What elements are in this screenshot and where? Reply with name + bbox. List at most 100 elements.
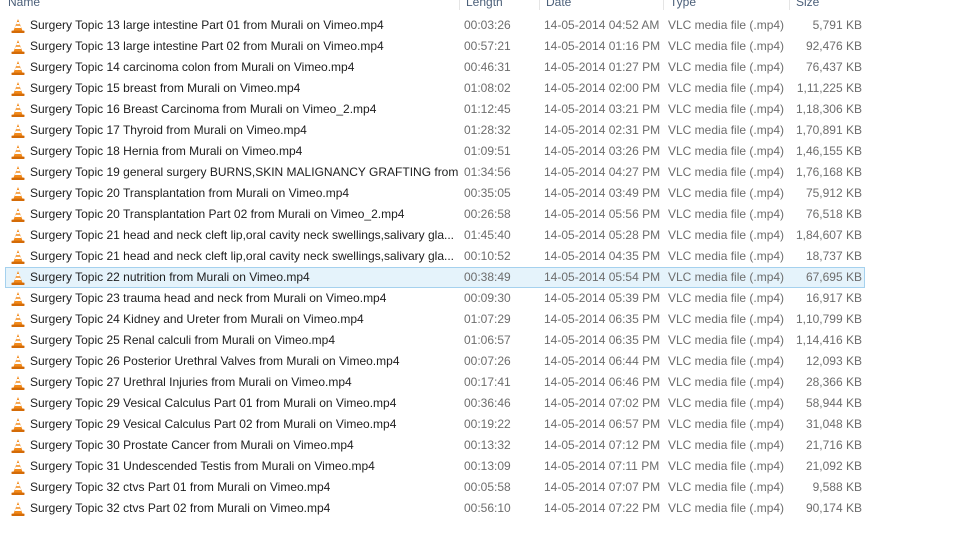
file-row[interactable]: Surgery Topic 14 carcinoma colon from Mu… bbox=[5, 57, 865, 78]
file-name: Surgery Topic 20 Transplantation Part 02… bbox=[30, 207, 405, 221]
file-length: 01:28:32 bbox=[464, 123, 511, 137]
file-row[interactable]: Surgery Topic 16 Breast Carcinoma from M… bbox=[5, 99, 865, 120]
file-date: 14-05-2014 06:46 PM bbox=[544, 375, 661, 389]
file-name: Surgery Topic 14 carcinoma colon from Mu… bbox=[30, 60, 355, 74]
file-size: 1,14,416 KB bbox=[795, 333, 862, 347]
file-date: 14-05-2014 06:57 PM bbox=[544, 417, 661, 431]
file-size: 21,716 KB bbox=[805, 438, 862, 452]
file-name: Surgery Topic 17 Thyroid from Murali on … bbox=[30, 123, 307, 137]
vlc-icon bbox=[11, 19, 25, 33]
file-row[interactable]: Surgery Topic 32 ctvs Part 02 from Mural… bbox=[5, 498, 865, 519]
column-header-name[interactable]: Name bbox=[2, 0, 460, 10]
file-name: Surgery Topic 32 ctvs Part 02 from Mural… bbox=[30, 501, 331, 515]
file-row[interactable]: Surgery Topic 24 Kidney and Ureter from … bbox=[5, 309, 865, 330]
file-date: 14-05-2014 03:21 PM bbox=[544, 102, 661, 116]
file-length: 00:35:05 bbox=[464, 186, 511, 200]
file-type: VLC media file (.mp4) bbox=[668, 18, 785, 32]
vlc-icon bbox=[11, 250, 25, 264]
file-name: Surgery Topic 23 trauma head and neck fr… bbox=[30, 291, 387, 305]
file-name: Surgery Topic 30 Prostate Cancer from Mu… bbox=[30, 438, 354, 452]
file-row[interactable]: Surgery Topic 17 Thyroid from Murali on … bbox=[5, 120, 865, 141]
vlc-icon bbox=[11, 502, 25, 516]
file-name: Surgery Topic 16 Breast Carcinoma from M… bbox=[30, 102, 377, 116]
file-date: 14-05-2014 04:52 AM bbox=[544, 18, 660, 32]
file-length: 01:45:40 bbox=[464, 228, 511, 242]
file-row[interactable]: Surgery Topic 29 Vesical Calculus Part 0… bbox=[5, 414, 865, 435]
file-type: VLC media file (.mp4) bbox=[668, 375, 785, 389]
file-type: VLC media file (.mp4) bbox=[668, 60, 785, 74]
file-size: 12,093 KB bbox=[805, 354, 862, 368]
file-size: 9,588 KB bbox=[812, 480, 862, 494]
file-type: VLC media file (.mp4) bbox=[668, 459, 785, 473]
file-row[interactable]: Surgery Topic 13 large intestine Part 01… bbox=[5, 15, 865, 36]
file-row[interactable]: Surgery Topic 19 general surgery BURNS,S… bbox=[5, 162, 865, 183]
file-type: VLC media file (.mp4) bbox=[668, 39, 785, 53]
file-row[interactable]: Surgery Topic 25 Renal calculi from Mura… bbox=[5, 330, 865, 351]
file-date: 14-05-2014 06:35 PM bbox=[544, 312, 661, 326]
file-name: Surgery Topic 13 large intestine Part 02… bbox=[30, 39, 384, 53]
file-date: 14-05-2014 05:39 PM bbox=[544, 291, 661, 305]
vlc-icon bbox=[11, 229, 25, 243]
file-length: 00:26:58 bbox=[464, 207, 511, 221]
file-length: 01:12:45 bbox=[464, 102, 511, 116]
file-date: 14-05-2014 07:02 PM bbox=[544, 396, 661, 410]
file-name: Surgery Topic 29 Vesical Calculus Part 0… bbox=[30, 417, 397, 431]
column-header-size[interactable]: Size bbox=[790, 0, 870, 10]
file-date: 14-05-2014 07:11 PM bbox=[544, 459, 660, 473]
file-size: 92,476 KB bbox=[805, 39, 862, 53]
column-header-type[interactable]: Type bbox=[664, 0, 790, 10]
file-length: 01:07:29 bbox=[464, 312, 511, 326]
vlc-icon bbox=[11, 376, 25, 390]
file-size: 16,917 KB bbox=[805, 291, 862, 305]
file-name: Surgery Topic 32 ctvs Part 01 from Mural… bbox=[30, 480, 331, 494]
file-length: 00:13:32 bbox=[464, 438, 511, 452]
vlc-icon bbox=[11, 271, 25, 285]
file-row[interactable]: Surgery Topic 29 Vesical Calculus Part 0… bbox=[5, 393, 865, 414]
file-row[interactable]: Surgery Topic 21 head and neck cleft lip… bbox=[5, 246, 865, 267]
file-row[interactable]: Surgery Topic 27 Urethral Injuries from … bbox=[5, 372, 865, 393]
file-row[interactable]: Surgery Topic 20 Transplantation Part 02… bbox=[5, 204, 865, 225]
vlc-icon bbox=[11, 61, 25, 75]
file-name: Surgery Topic 25 Renal calculi from Mura… bbox=[30, 333, 336, 347]
file-row[interactable]: Surgery Topic 31 Undescended Testis from… bbox=[5, 456, 865, 477]
vlc-icon bbox=[11, 40, 25, 54]
column-header-date[interactable]: Date bbox=[540, 0, 664, 10]
file-date: 14-05-2014 04:35 PM bbox=[544, 249, 661, 263]
vlc-icon bbox=[11, 313, 25, 327]
file-size: 1,10,799 KB bbox=[795, 312, 862, 326]
file-length: 00:19:22 bbox=[464, 417, 511, 431]
column-header-row: Name Length Date Type Size bbox=[0, 0, 880, 10]
file-length: 01:09:51 bbox=[464, 144, 511, 158]
file-row[interactable]: Surgery Topic 21 head and neck cleft lip… bbox=[5, 225, 865, 246]
file-type: VLC media file (.mp4) bbox=[668, 249, 785, 263]
file-row[interactable]: Surgery Topic 15 breast from Murali on V… bbox=[5, 78, 865, 99]
vlc-icon bbox=[11, 460, 25, 474]
file-length: 00:13:09 bbox=[464, 459, 511, 473]
file-row[interactable]: Surgery Topic 22 nutrition from Murali o… bbox=[5, 267, 865, 288]
file-type: VLC media file (.mp4) bbox=[668, 186, 785, 200]
file-name: Surgery Topic 21 head and neck cleft lip… bbox=[30, 249, 454, 263]
file-date: 14-05-2014 01:16 PM bbox=[544, 39, 661, 53]
file-row[interactable]: Surgery Topic 30 Prostate Cancer from Mu… bbox=[5, 435, 865, 456]
vlc-icon bbox=[11, 187, 25, 201]
file-type: VLC media file (.mp4) bbox=[668, 81, 785, 95]
file-size: 18,737 KB bbox=[805, 249, 862, 263]
file-name: Surgery Topic 22 nutrition from Murali o… bbox=[30, 270, 310, 284]
file-row[interactable]: Surgery Topic 23 trauma head and neck fr… bbox=[5, 288, 865, 309]
file-name: Surgery Topic 19 general surgery BURNS,S… bbox=[30, 165, 460, 179]
file-row[interactable]: Surgery Topic 18 Hernia from Murali on V… bbox=[5, 141, 865, 162]
file-row[interactable]: Surgery Topic 26 Posterior Urethral Valv… bbox=[5, 351, 865, 372]
file-row[interactable]: Surgery Topic 13 large intestine Part 02… bbox=[5, 36, 865, 57]
vlc-icon bbox=[11, 124, 25, 138]
file-length: 00:57:21 bbox=[464, 39, 511, 53]
file-type: VLC media file (.mp4) bbox=[668, 417, 785, 431]
file-type: VLC media file (.mp4) bbox=[668, 438, 785, 452]
file-row[interactable]: Surgery Topic 20 Transplantation from Mu… bbox=[5, 183, 865, 204]
file-row[interactable]: Surgery Topic 32 ctvs Part 01 from Mural… bbox=[5, 477, 865, 498]
file-name: Surgery Topic 20 Transplantation from Mu… bbox=[30, 186, 350, 200]
file-name: Surgery Topic 21 head and neck cleft lip… bbox=[30, 228, 454, 242]
file-type: VLC media file (.mp4) bbox=[668, 165, 785, 179]
vlc-icon bbox=[11, 208, 25, 222]
column-header-length[interactable]: Length bbox=[460, 0, 540, 10]
file-date: 14-05-2014 07:12 PM bbox=[544, 438, 661, 452]
